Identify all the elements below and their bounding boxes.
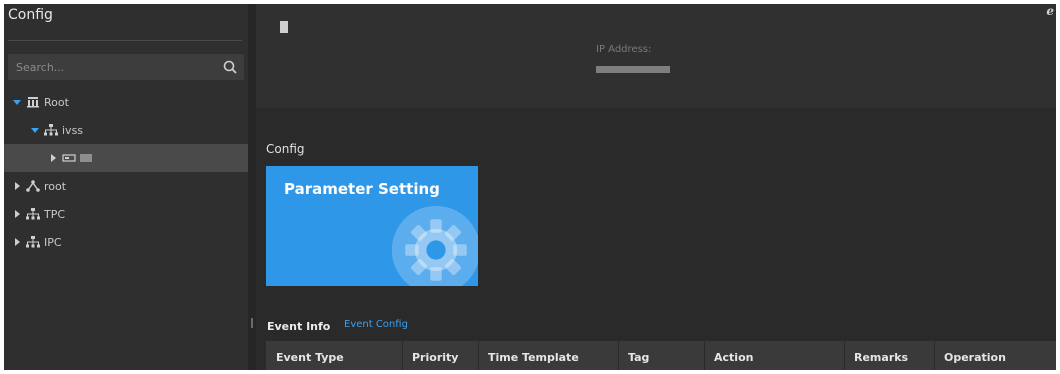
tree-item-label: ivss [62,123,84,137]
event-table-header: Event Type Priority Time Template Tag Ac… [266,341,1056,370]
device-name-redacted [80,154,92,162]
network-icon [26,236,40,248]
caret-right-icon[interactable] [12,181,22,191]
column-divider [844,341,845,370]
search-icon[interactable] [223,60,237,74]
column-divider [478,341,479,370]
event-info-heading: Event Info [267,320,331,333]
tree-item-label: IPC [44,235,62,249]
column-header-priority[interactable]: Priority [412,351,458,364]
sidebar: Config Root [4,4,248,370]
divider [8,40,242,41]
panel-splitter[interactable] [248,4,256,370]
tree-item-root-node[interactable]: root [4,172,248,200]
caret-right-icon[interactable] [48,153,58,163]
device-header: IP Address: e [256,4,1056,108]
column-header-time-template[interactable]: Time Template [488,351,579,364]
device-icon [62,154,76,162]
ip-address-value-redacted [596,66,670,73]
search-box [8,54,244,80]
event-config-link[interactable]: Event Config [344,319,408,330]
column-divider [618,341,619,370]
tree-item-ipc[interactable]: IPC [4,228,248,256]
tree-item-label: TPC [44,207,66,221]
gear-icon [391,205,478,286]
tree-item-label: root [44,179,67,193]
column-header-remarks[interactable]: Remarks [854,351,908,364]
device-thumbnail [280,21,288,33]
column-header-tag[interactable]: Tag [628,351,649,364]
parameter-setting-card[interactable]: Parameter Setting [266,166,478,286]
device-tree: Root ivss root TPC IPC [4,88,248,256]
main-content: Config Parameter Setting Event Info Even… [256,108,1056,370]
section-title: Config [266,142,305,156]
browser-icon[interactable]: e [1046,4,1054,18]
column-divider [402,341,403,370]
caret-right-icon[interactable] [12,209,22,219]
caret-down-icon[interactable] [12,97,22,107]
tree-item-ivss[interactable]: ivss [4,116,248,144]
hierarchy-icon [26,180,40,192]
caret-down-icon[interactable] [30,125,40,135]
tree-item-device[interactable] [4,144,248,172]
tree-item-tpc[interactable]: TPC [4,200,248,228]
caret-right-icon[interactable] [12,237,22,247]
network-icon [26,208,40,220]
column-divider [934,341,935,370]
organization-icon [27,97,39,108]
card-title: Parameter Setting [284,180,440,198]
splitter-grip-icon[interactable] [251,318,253,328]
sidebar-title: Config [8,7,53,23]
tree-item-root[interactable]: Root [4,88,248,116]
tree-item-label: Root [44,95,69,109]
column-header-action[interactable]: Action [714,351,753,364]
column-header-operation[interactable]: Operation [944,351,1006,364]
network-icon [44,124,58,136]
column-header-event-type[interactable]: Event Type [276,351,344,364]
app-window: Config Root [4,4,1056,370]
column-divider [704,341,705,370]
search-input[interactable] [8,54,213,80]
ip-address-label: IP Address: [596,44,652,55]
